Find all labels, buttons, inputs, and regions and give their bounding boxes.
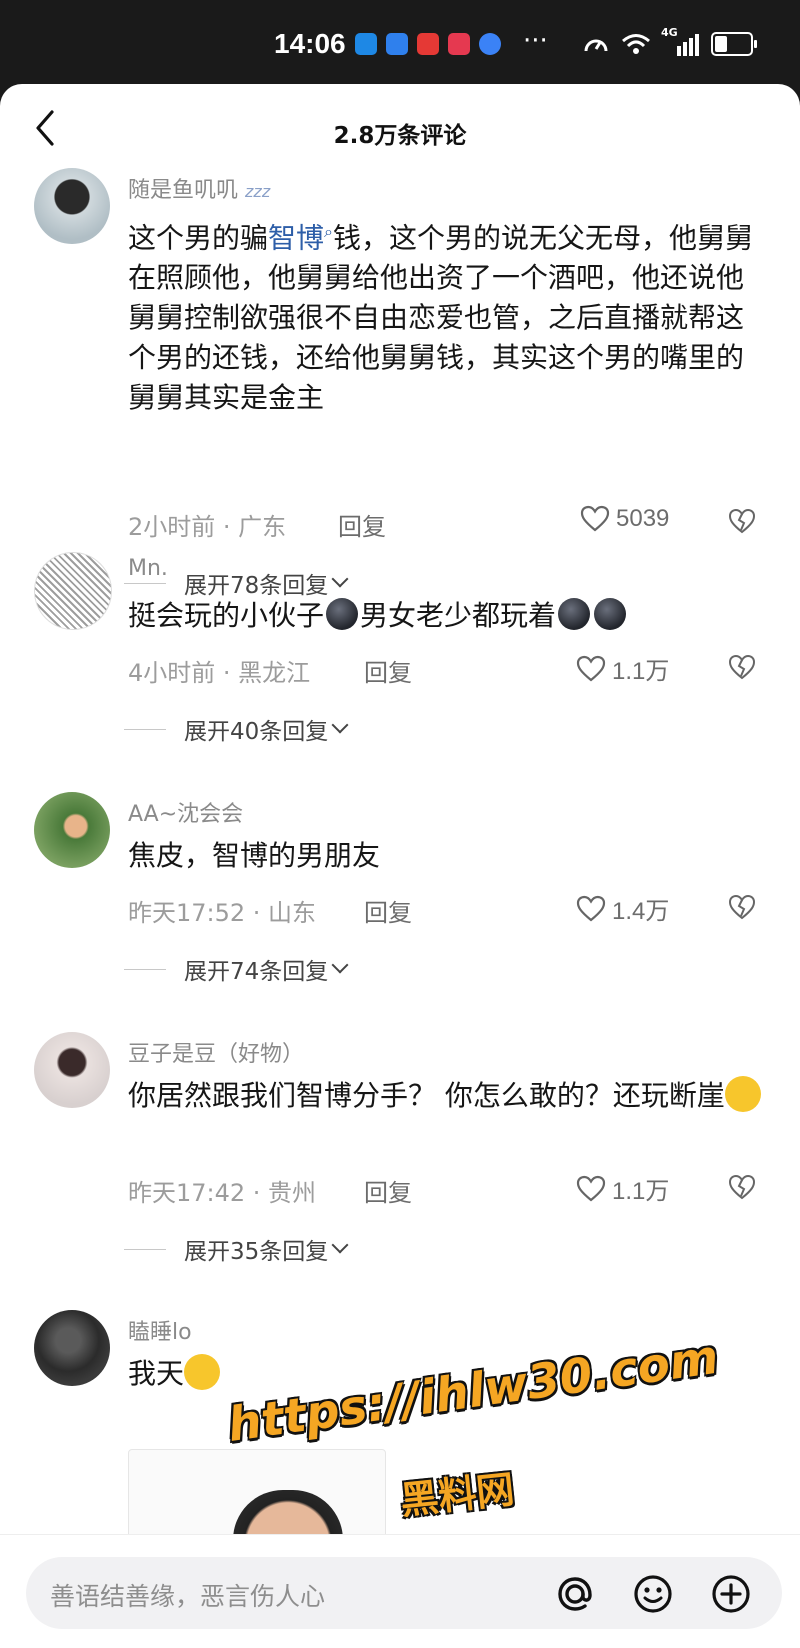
reply-button[interactable]: 回复 [338,507,386,542]
expand-replies[interactable]: 展开74条回复 [124,952,349,986]
status-bar: 14:06 ··· 4G [0,0,800,86]
status-system-icons: 4G [583,26,757,56]
mention-icon[interactable] [552,1571,598,1617]
comment-username[interactable]: Mn. [128,556,168,581]
emoji-sticker [558,598,591,630]
like-count: 5039 [616,505,670,532]
reply-button[interactable]: 回复 [364,1173,412,1208]
comment-sheet: 2.8万条评论 随是鱼叽叽 zzz 这个男的骗智博⌕钱，这个男的说无父无母，他舅… [0,84,800,1648]
avatar[interactable] [34,168,110,244]
status-time: 14:06 [274,28,346,59]
add-icon[interactable] [708,1571,754,1617]
emoji-icon[interactable] [630,1571,676,1617]
expand-replies[interactable]: 展开40条回复 [124,712,349,746]
heart-icon [580,505,610,532]
divider [124,728,166,730]
emoji-sticker [326,598,359,630]
divider [124,582,166,584]
like-button[interactable]: 1.4万 [576,891,669,926]
more-notifications-icon: ··· [523,26,548,56]
comment-meta: 昨天17:52 · 山东 [128,899,317,927]
reply-button[interactable]: 回复 [364,653,412,688]
dislike-icon[interactable] [728,1174,756,1202]
comment-username[interactable]: 瞌睡lo [128,1314,192,1346]
comment-text: 你居然跟我们智博分手？ 你怎么敢的？还玩断崖 [128,1076,768,1116]
comment-username[interactable]: 豆子是豆（好物） [128,1036,304,1068]
like-button[interactable]: 5039 [580,505,669,533]
chevron-down-icon [331,1236,349,1254]
avatar[interactable] [34,552,112,630]
search-link-zhibo[interactable]: 智博 [268,221,324,254]
battery-icon [711,32,757,56]
watermark-name: 黑料网 [398,1467,517,1523]
avatar[interactable] [34,792,110,868]
shop-app-icon [448,33,470,55]
dislike-icon[interactable] [728,894,756,922]
sleep-icon: zzz [245,182,271,201]
avatar[interactable] [34,1310,110,1386]
divider [124,1248,166,1250]
comment-text: 焦皮，智博的男朋友 [128,839,381,872]
like-count: 1.1万 [612,658,670,685]
chevron-down-icon [331,570,349,588]
comments-count-title: 2.8万条评论 [333,123,467,149]
avatar[interactable] [34,1032,110,1108]
comment-meta: 2小时前 · 广东 [128,513,287,541]
heart-icon [576,655,606,681]
chevron-down-icon [331,716,349,734]
dislike-icon[interactable] [728,508,756,536]
comment-input-bar: 善语结善缘，恶言伤人心 [0,1534,800,1648]
watermark-url: https://ihlw30.com [224,1329,722,1453]
reply-button[interactable]: 回复 [364,893,412,928]
comment-meta: 4小时前 · 黑龙江 [128,659,311,687]
emoji-sticker [594,598,627,630]
wifi-icon [622,34,650,54]
comments-header: 2.8万条评论 [0,84,800,174]
heart-icon [576,895,606,921]
dislike-icon[interactable] [728,654,756,682]
chevron-down-icon [331,956,349,974]
like-button[interactable]: 1.1万 [576,1171,669,1206]
comment-input[interactable]: 善语结善缘，恶言伤人心 [26,1557,782,1629]
laughing-emoji-icon [184,1354,221,1390]
like-count: 1.1万 [612,1178,670,1205]
expand-replies[interactable]: 展开35条回复 [124,1232,349,1266]
message-app-icon [355,33,377,55]
expand-replies-label: 展开40条回复 [184,719,329,745]
heart-icon [576,1175,606,1201]
comment-meta: 昨天17:42 · 贵州 [128,1179,317,1207]
input-placeholder: 善语结善缘，恶言伤人心 [50,1582,326,1611]
status-app-icons [355,33,501,55]
comment-text: 这个男的骗智博⌕钱，这个男的说无父无母，他舅舅在照顾他，他舅舅给他出资了一个酒吧… [128,221,754,415]
browser-app-icon [479,33,501,55]
speed-icon [584,39,608,52]
expand-replies-label: 展开35条回复 [184,1239,329,1265]
comment-username[interactable]: 随是鱼叽叽 zzz [128,172,270,204]
signal-icon: 4G [661,26,699,56]
network-type-label: 4G [661,26,678,39]
comment-text: 挺会玩的小伙子 男女老少都玩着 [128,596,768,636]
search-icon: ⌕ [324,222,333,241]
watermark: https://ihlw30.com 黑料网 [224,1330,721,1528]
flushed-emoji-icon [724,1076,761,1112]
divider [124,968,166,970]
shield-app-icon [386,33,408,55]
store-app-icon [417,33,439,55]
comment-username[interactable]: AA~沈会会 [128,796,243,828]
like-count: 1.4万 [612,898,670,925]
expand-replies-label: 展开78条回复 [184,573,329,599]
expand-replies-label: 展开74条回复 [184,959,329,985]
like-button[interactable]: 1.1万 [576,651,669,686]
